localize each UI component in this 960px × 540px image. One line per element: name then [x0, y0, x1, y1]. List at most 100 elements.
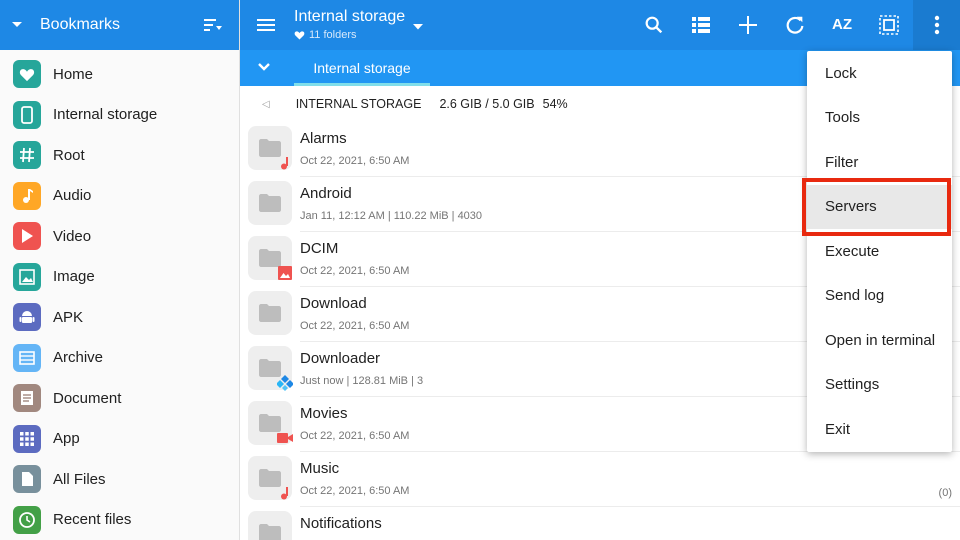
sidebar-item-label: APK: [53, 308, 84, 326]
overflow-menu: Lock Tools Filter Servers Execute Send log Ope…: [807, 51, 952, 452]
folder-icon: [248, 511, 292, 540]
document-icon: [13, 384, 41, 413]
sidebar-item-label: Document: [53, 389, 122, 407]
sidebar-item-label: Home: [53, 65, 94, 83]
sidebar-item-recent-files[interactable]: Recent files: [0, 500, 239, 540]
file-meta: Oct 22, 2021, 6:50 AM: [300, 320, 410, 332]
file-name: Music: [300, 460, 340, 477]
folder-icon: [248, 236, 292, 280]
folder-icon: [248, 401, 293, 446]
sidebar-item-label: Image: [53, 268, 95, 286]
sidebar-item-internal-storage[interactable]: Internal storage: [0, 95, 239, 136]
music-note-icon: [13, 181, 41, 210]
storage-usage: 2.6 GIB / 5.0 GIB: [439, 97, 535, 111]
apps-grid-icon: [13, 424, 41, 453]
folder-icon: [248, 126, 292, 170]
file-meta: Jan 11, 12:12 AM | 110.22 MiB | 4030: [300, 210, 483, 222]
file-icon: [13, 465, 41, 494]
more-options-icon[interactable]: [913, 0, 960, 50]
sidebar-header: Bookmarks: [0, 0, 239, 50]
sort-az-button[interactable]: AZ: [832, 16, 852, 33]
sidebar-item-label: Audio: [53, 187, 92, 205]
sidebar-item-app[interactable]: App: [0, 419, 239, 460]
archive-icon: [13, 343, 41, 372]
file-meta: Oct 22, 2021, 6:50 AM: [300, 430, 410, 442]
list-item[interactable]: Music Oct 22, 2021, 6:50 AM (0): [240, 452, 960, 507]
file-name: Notifications: [300, 515, 382, 532]
sidebar-item-label: All Files: [53, 470, 106, 488]
list-view-icon[interactable]: [689, 13, 713, 37]
storage-percent: 54%: [542, 97, 568, 111]
image-badge-icon: [277, 265, 293, 281]
video-badge-icon: [277, 430, 293, 446]
folder-count: 11 folders: [309, 29, 357, 41]
heart-icon: [294, 31, 305, 40]
path-back-icon[interactable]: ◁: [262, 99, 270, 110]
image-icon: [13, 262, 41, 291]
sidebar-item-document[interactable]: Document: [0, 378, 239, 419]
heart-icon: [13, 60, 41, 89]
kodi-badge-icon: [277, 375, 293, 391]
collapse-caret-icon[interactable]: [10, 21, 24, 29]
chevron-down-icon[interactable]: [257, 60, 271, 79]
sidebar: Bookmarks Home Internal storage Root Audio V…: [0, 0, 240, 540]
menu-item-send-log[interactable]: Send log: [807, 274, 952, 319]
top-toolbar: Internal storage 11 folders AZ: [240, 0, 960, 50]
toolbar-title[interactable]: Internal storage: [294, 8, 405, 26]
file-name: Downloader: [300, 350, 381, 367]
breadcrumb[interactable]: INTERNAL STORAGE: [296, 97, 422, 111]
list-item[interactable]: Notifications: [240, 507, 960, 540]
menu-item-filter[interactable]: Filter: [807, 140, 952, 185]
music-badge-icon: [277, 155, 293, 171]
file-name: Android: [300, 185, 352, 202]
sidebar-item-label: Video: [53, 227, 92, 245]
sidebar-item-archive[interactable]: Archive: [0, 338, 239, 379]
folder-icon: [248, 346, 293, 391]
sort-bookmarks-icon[interactable]: [201, 17, 225, 33]
file-name: Download: [300, 295, 367, 312]
menu-item-exit[interactable]: Exit: [807, 407, 952, 452]
sidebar-item-all-files[interactable]: All Files: [0, 459, 239, 500]
tab-internal-storage[interactable]: Internal storage: [294, 50, 430, 86]
sidebar-item-home[interactable]: Home: [0, 54, 239, 95]
refresh-icon[interactable]: [783, 13, 807, 37]
sidebar-item-label: Root: [53, 146, 85, 164]
file-meta: Oct 22, 2021, 6:50 AM: [300, 265, 410, 277]
play-icon: [13, 222, 41, 251]
add-icon[interactable]: [736, 13, 760, 37]
file-count: (0): [938, 487, 952, 499]
folder-icon: [248, 291, 292, 335]
sidebar-title: Bookmarks: [40, 16, 121, 33]
file-name: DCIM: [300, 240, 339, 257]
folder-icon: [248, 181, 292, 225]
sidebar-item-label: Archive: [53, 349, 104, 367]
folder-icon: [248, 456, 292, 500]
file-meta: Just now | 128.81 MiB | 3: [300, 375, 424, 387]
clock-icon: [13, 505, 41, 534]
menu-icon[interactable]: [254, 13, 278, 37]
sidebar-item-audio[interactable]: Audio: [0, 176, 239, 217]
file-name: Alarms: [300, 130, 347, 147]
hash-icon: [13, 141, 41, 170]
select-all-icon[interactable]: [877, 13, 901, 37]
toolbar-subtitle: 11 folders: [294, 29, 357, 41]
menu-item-open-in-terminal[interactable]: Open in terminal: [807, 318, 952, 363]
sidebar-item-apk[interactable]: APK: [0, 297, 239, 338]
sidebar-item-image[interactable]: Image: [0, 257, 239, 298]
menu-item-lock[interactable]: Lock: [807, 51, 952, 96]
sidebar-item-root[interactable]: Root: [0, 135, 239, 176]
file-meta: Oct 22, 2021, 6:50 AM: [300, 485, 410, 497]
title-dropdown-icon[interactable]: [412, 18, 424, 36]
menu-item-tools[interactable]: Tools: [807, 96, 952, 141]
file-name: Movies: [300, 405, 348, 422]
sidebar-item-video[interactable]: Video: [0, 216, 239, 257]
android-icon: [13, 303, 41, 332]
music-badge-icon: [277, 485, 293, 501]
menu-item-servers[interactable]: Servers: [807, 184, 952, 229]
search-icon[interactable]: [642, 13, 666, 37]
file-meta: Oct 22, 2021, 6:50 AM: [300, 155, 410, 167]
menu-item-settings[interactable]: Settings: [807, 363, 952, 408]
sidebar-item-label: App: [53, 430, 80, 448]
sidebar-item-label: Recent files: [53, 511, 132, 529]
menu-item-execute[interactable]: Execute: [807, 229, 952, 274]
